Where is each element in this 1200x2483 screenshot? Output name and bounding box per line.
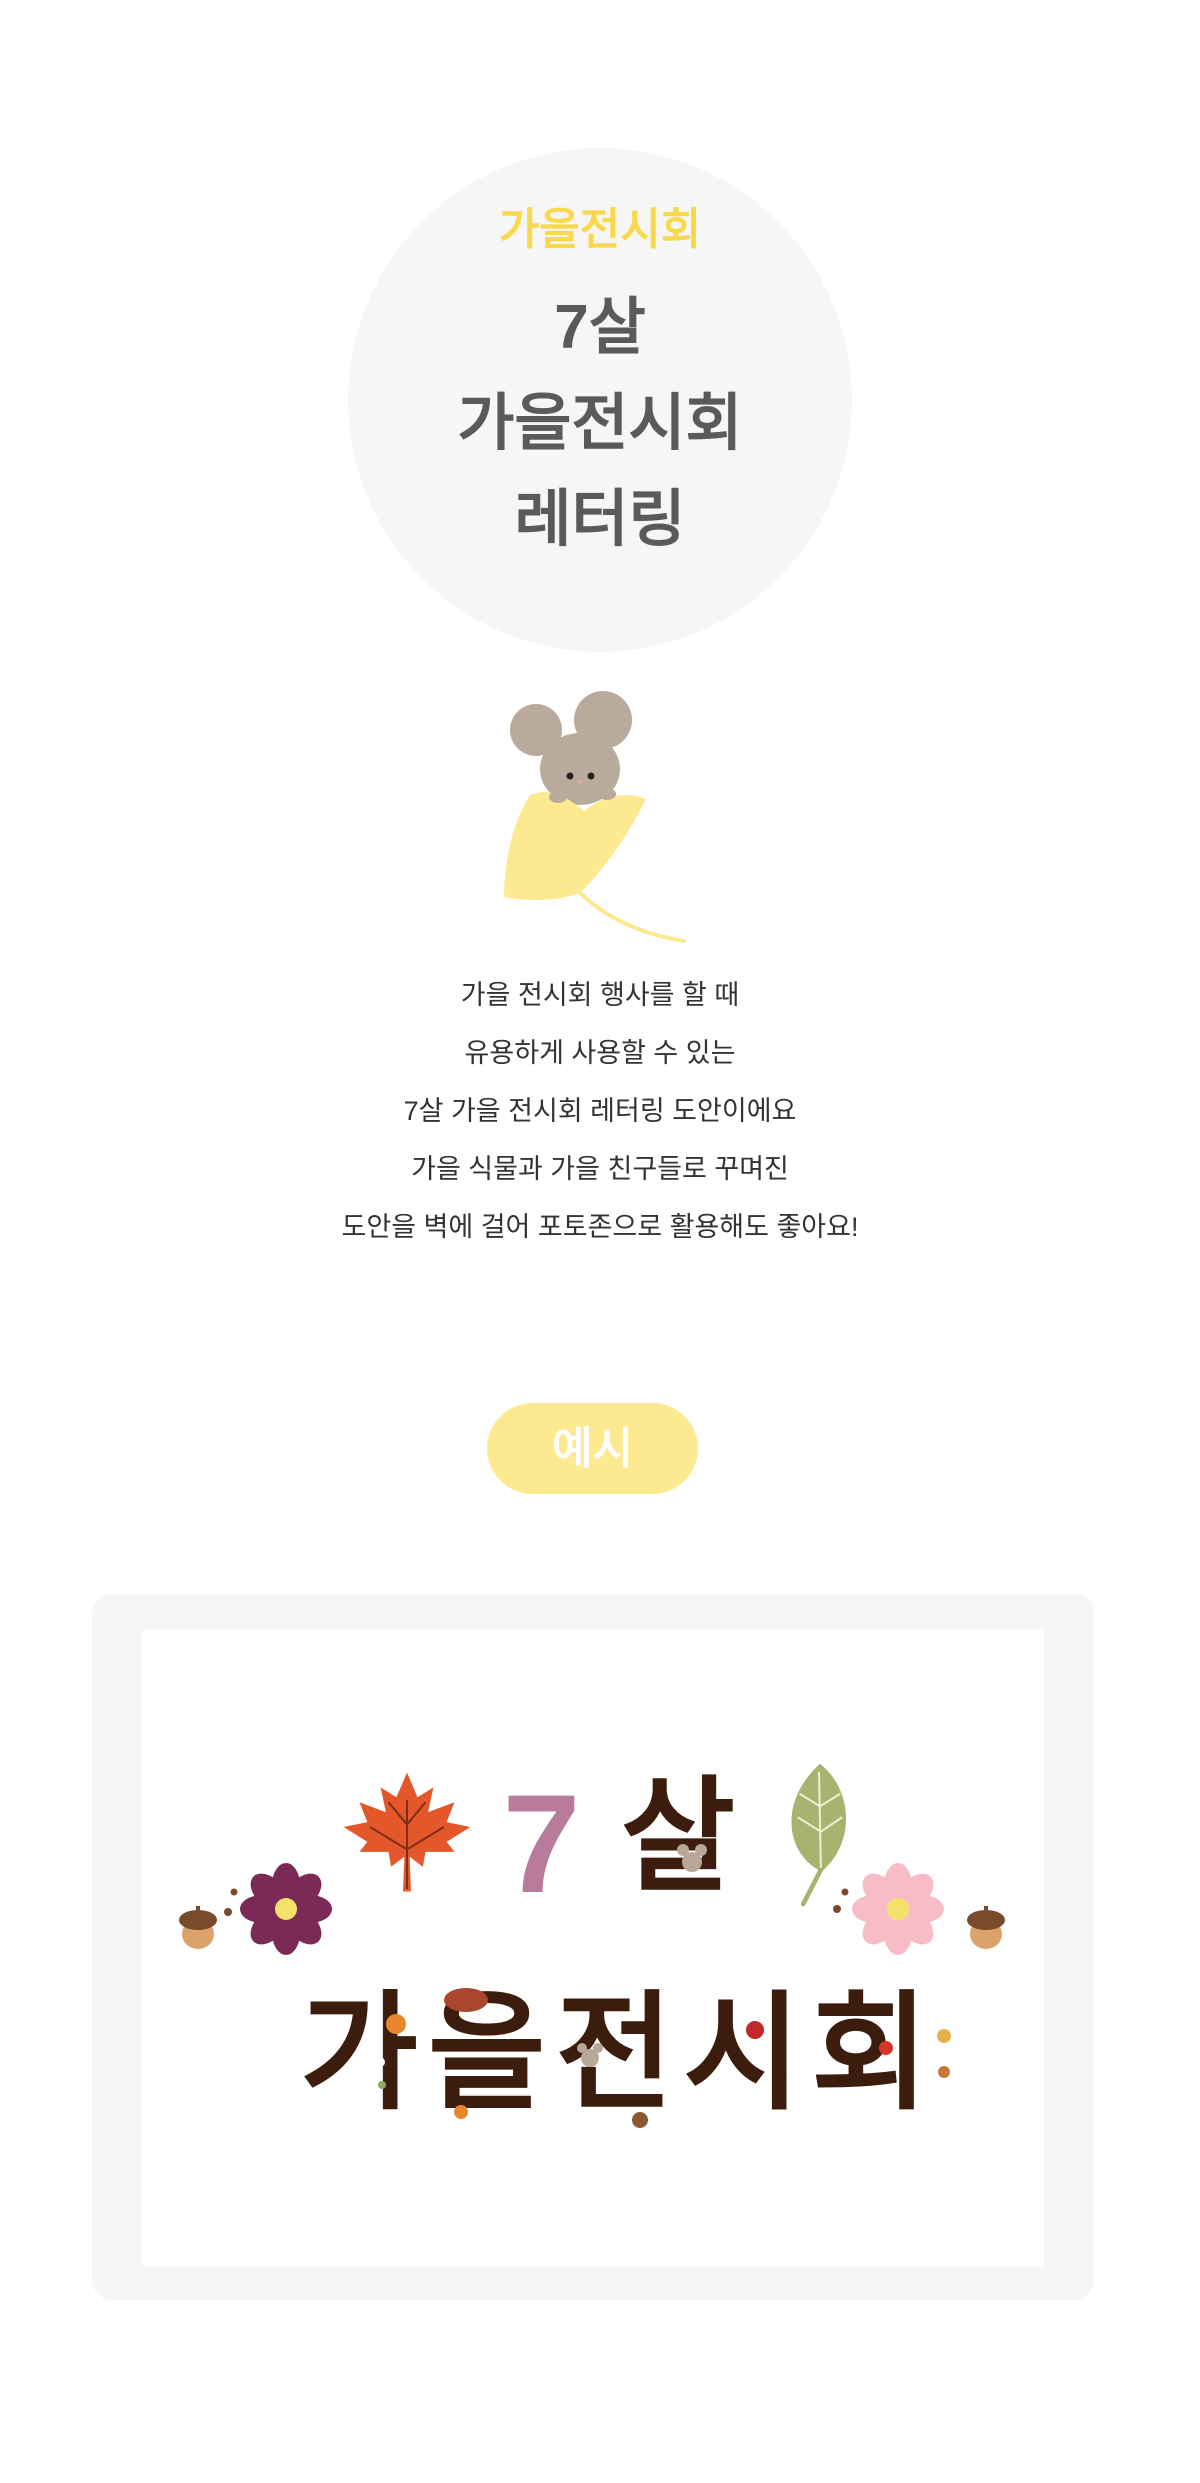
mouse-right-eye [587, 772, 595, 780]
tiny-mouse-head [581, 2049, 599, 2067]
mouse-left-paw [549, 791, 567, 803]
green-leaf-icon [791, 1763, 847, 1907]
decor-leaf-orange [454, 2105, 468, 2119]
cosmos-center [275, 1898, 297, 1920]
hero-title-line: 가을전시회 [457, 389, 743, 458]
green-leaf-stem [800, 1865, 825, 1907]
ladybug-icon [879, 2041, 893, 2055]
description-line: 도안을 벽에 걸어 포토존으로 활용해도 좋아요! [341, 1212, 859, 1242]
hero-eyebrow: 가을전시회 [498, 205, 702, 254]
bird-icon [386, 2014, 406, 2034]
purple-cosmos-icon [240, 1863, 332, 1955]
mouse-nose [577, 780, 584, 784]
decor-dot [230, 1888, 238, 1896]
decor-acorn [632, 2112, 648, 2128]
tiny-mouse-icon [677, 1844, 707, 1872]
hero-title: 7살 가을전시회 레터링 [0, 280, 1200, 568]
decor-leaf-green [378, 2081, 386, 2089]
description-line: 가을 식물과 가을 친구들로 꾸며진 [411, 1154, 789, 1184]
example-badge: 예시 [487, 1403, 698, 1494]
pink-cosmos-icon [852, 1863, 944, 1955]
description-line: 가을 전시회 행사를 할 때 [460, 980, 740, 1010]
product-description: 가을 전시회 행사를 할 때 유용하게 사용할 수 있는 7살 가을 전시회 레… [0, 966, 1200, 1256]
cosmos-center [887, 1898, 909, 1920]
decor-leaf-brown [938, 2066, 950, 2078]
lettering-decorations [179, 1763, 1005, 2128]
example-lettering-canvas: 7 살 가을전시회 [142, 1630, 1044, 2266]
hero-title-line: 레터링 [514, 485, 686, 554]
decor-dot [841, 1888, 849, 1896]
description-line: 7살 가을 전시회 레터링 도안이에요 [403, 1096, 797, 1126]
ginkgo-stem [578, 891, 686, 943]
hero-title-line: 7살 [554, 293, 646, 362]
acorn-stem [984, 1906, 988, 1914]
decor-flower-white [375, 2057, 385, 2067]
decor-flower-yellow [937, 2029, 951, 2043]
beret-icon [444, 1988, 488, 2012]
acorn-icon [967, 1906, 1005, 1949]
ginkgo-leaf [504, 792, 646, 901]
description-line: 유용하게 사용할 수 있는 [464, 1038, 736, 1068]
maple-leaf-icon [343, 1772, 471, 1892]
decor-leaf-red [746, 2021, 764, 2039]
decor-dot [833, 1905, 841, 1913]
acorn-stem [196, 1906, 200, 1914]
acorn-icon [179, 1906, 217, 1949]
example-panel: 7 살 가을전시회 [92, 1594, 1094, 2300]
mouse-left-eye [566, 772, 574, 780]
tiny-mouse-head [682, 1852, 702, 1872]
tiny-mouse-icon [577, 2043, 603, 2067]
mouse-right-paw [598, 788, 616, 800]
decor-dot [224, 1908, 232, 1916]
product-detail-page: 가을전시회 7살 가을전시회 레터링 가을 전시회 행사를 할 때 유용하게 사… [0, 0, 1200, 2483]
mouse-ginkgo-icon [504, 691, 686, 943]
